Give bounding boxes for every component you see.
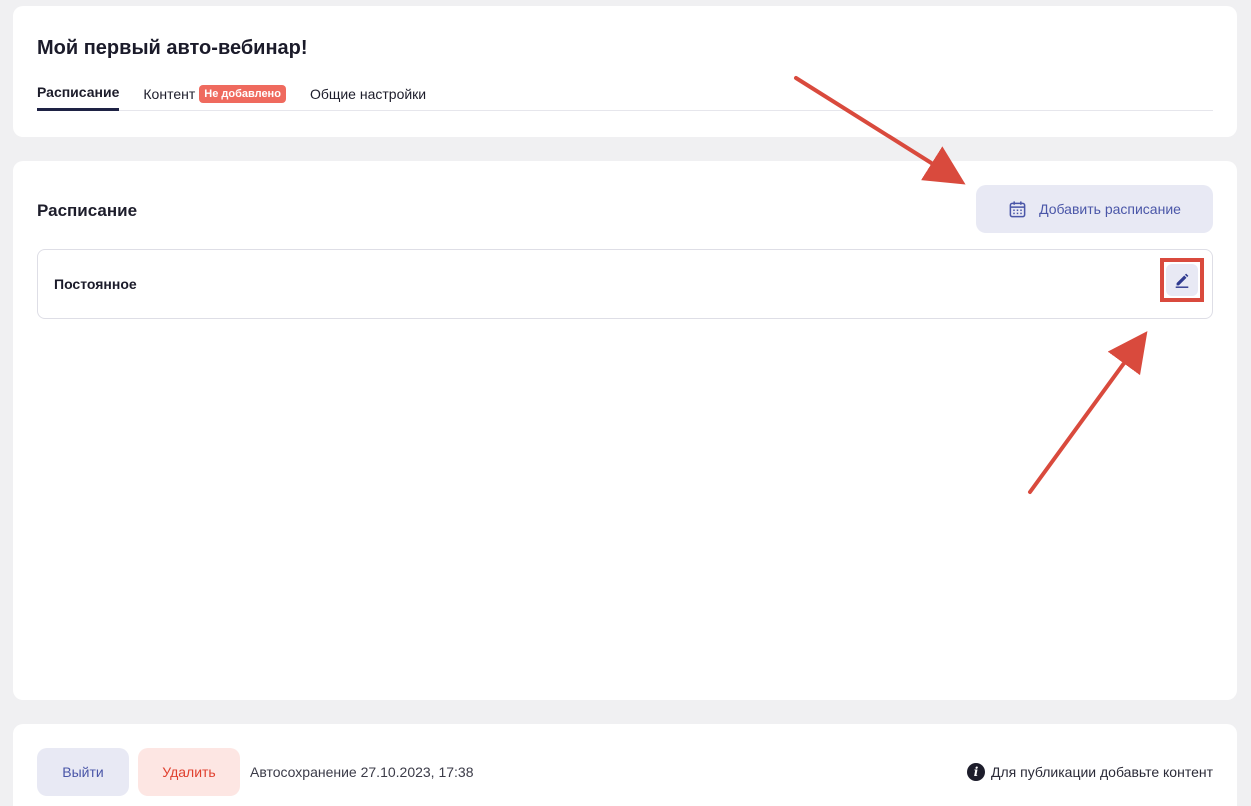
footer-actions: Выйти Удалить Автосохранение 27.10.2023,…: [37, 748, 1213, 796]
section-title: Расписание: [37, 201, 138, 220]
footer-bar: Выйти Удалить Автосохранение 27.10.2023,…: [13, 724, 1237, 806]
exit-button[interactable]: Выйти: [37, 748, 129, 796]
tab-schedule[interactable]: Расписание: [37, 80, 120, 111]
tab-schedule-label: Расписание: [37, 84, 120, 100]
add-schedule-label: Добавить расписание: [1039, 201, 1181, 217]
schedule-item-name: Постоянное: [54, 276, 137, 292]
tab-bar: Расписание Контент Не добавлено Общие на…: [37, 80, 1213, 111]
pencil-icon: [1175, 273, 1189, 288]
publish-hint: i Для публикации добавьте контент: [967, 763, 1213, 781]
not-added-badge: Не добавлено: [199, 84, 286, 103]
edit-schedule-button[interactable]: [1166, 264, 1198, 296]
calendar-icon: [1009, 200, 1026, 217]
delete-button[interactable]: Удалить: [138, 748, 240, 796]
schedule-item: Постоянное: [37, 249, 1213, 319]
info-icon: i: [967, 763, 985, 781]
page-title: Мой первый авто-вебинар!: [37, 37, 308, 59]
webinar-header-card: Мой первый авто-вебинар! Расписание Конт…: [13, 6, 1237, 137]
autosave-status: Автосохранение 27.10.2023, 17:38: [250, 764, 474, 780]
publish-hint-text: Для публикации добавьте контент: [991, 764, 1213, 780]
tab-content[interactable]: Контент Не добавлено: [143, 80, 286, 111]
add-schedule-button[interactable]: Добавить расписание: [976, 185, 1213, 233]
tab-content-label: Контент: [143, 85, 196, 102]
tab-general-settings[interactable]: Общие настройки: [310, 80, 426, 111]
schedule-card: Расписание Добавить расписание Постоянно…: [13, 161, 1237, 700]
edit-highlight-box: [1160, 258, 1204, 302]
tab-general-settings-label: Общие настройки: [309, 85, 427, 102]
